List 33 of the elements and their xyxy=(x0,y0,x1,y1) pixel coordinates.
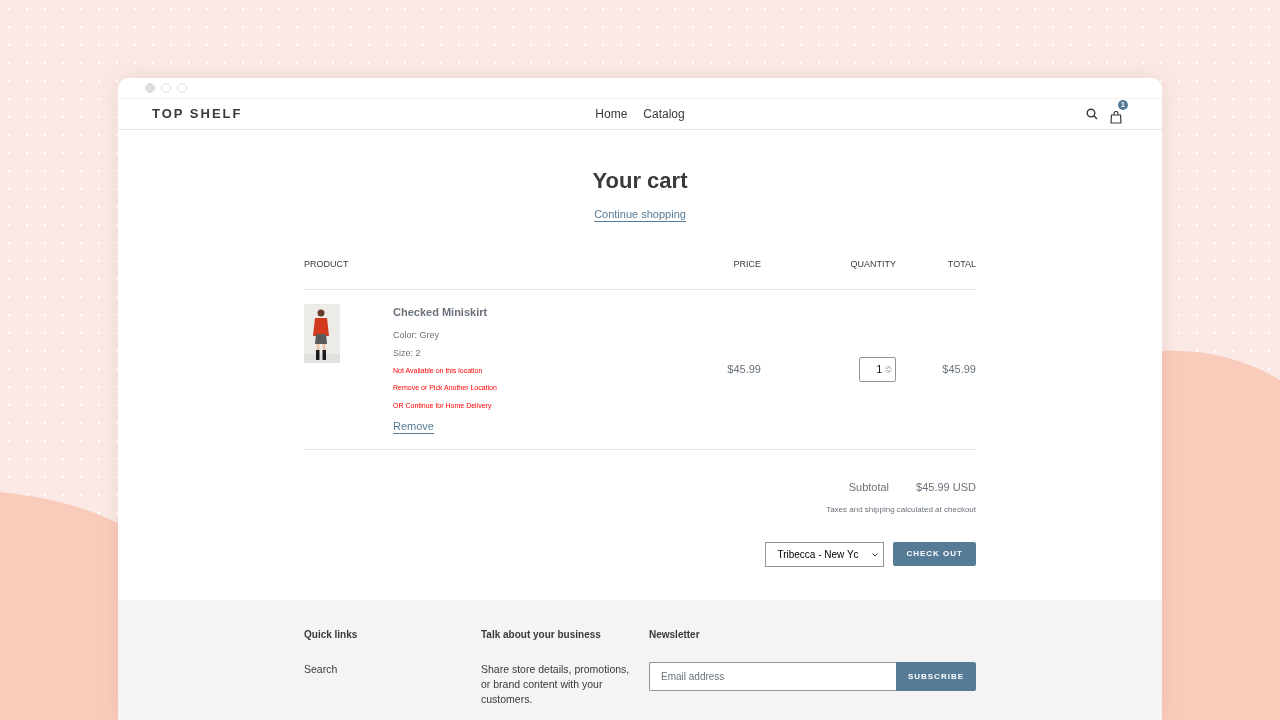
page-title: Your cart xyxy=(591,166,689,195)
shopping-bag-icon xyxy=(1110,110,1122,124)
column-header: PRICE xyxy=(733,258,761,269)
search-icon[interactable] xyxy=(1086,107,1098,120)
nav-link[interactable]: Catalog xyxy=(643,104,685,123)
price-text: $45.99 xyxy=(727,363,761,375)
continue-shopping-link[interactable]: Continue shopping xyxy=(594,207,686,220)
subscribe-button[interactable]: SUBSCRIBE xyxy=(895,662,976,691)
footer-link[interactable]: Search xyxy=(304,662,481,678)
nav-link[interactable]: Home xyxy=(595,104,628,123)
tax-note: Taxes and shipping calculated at checkout xyxy=(826,504,976,516)
chevron-down-icon xyxy=(872,552,879,557)
remove-link[interactable]: Remove xyxy=(393,420,434,432)
column-header: TOTAL xyxy=(947,258,976,269)
email-field[interactable]: Email address xyxy=(649,662,896,691)
footer-text: Share store details, promotions, or brand content with your customers. xyxy=(481,662,631,708)
store-logo[interactable]: TOP SHELF xyxy=(152,106,243,122)
footer-heading: Newsletter xyxy=(649,628,701,642)
product-name[interactable]: Checked Miniskirt xyxy=(393,304,661,321)
quantity-field[interactable]: 1 xyxy=(859,356,896,382)
location-dropdown[interactable]: Tribecca - New Yc xyxy=(765,542,885,567)
footer-heading: Talk about your business xyxy=(481,628,602,642)
product-option: Color: Grey xyxy=(393,328,661,342)
footer-heading: Quick links xyxy=(304,628,359,642)
window-dot xyxy=(145,82,155,93)
stepper-icon xyxy=(885,363,892,375)
subtotal-value: $45.99 USD xyxy=(916,479,976,495)
column-header: QUANTITY xyxy=(850,258,896,269)
product-option: Size: 2 xyxy=(393,347,661,361)
column-header: PRODUCT xyxy=(304,258,349,269)
total-text: $45.99 xyxy=(942,363,976,375)
checkout-button[interactable]: CHECK OUT xyxy=(893,542,976,566)
subtotal-label: Subtotal xyxy=(848,479,890,495)
